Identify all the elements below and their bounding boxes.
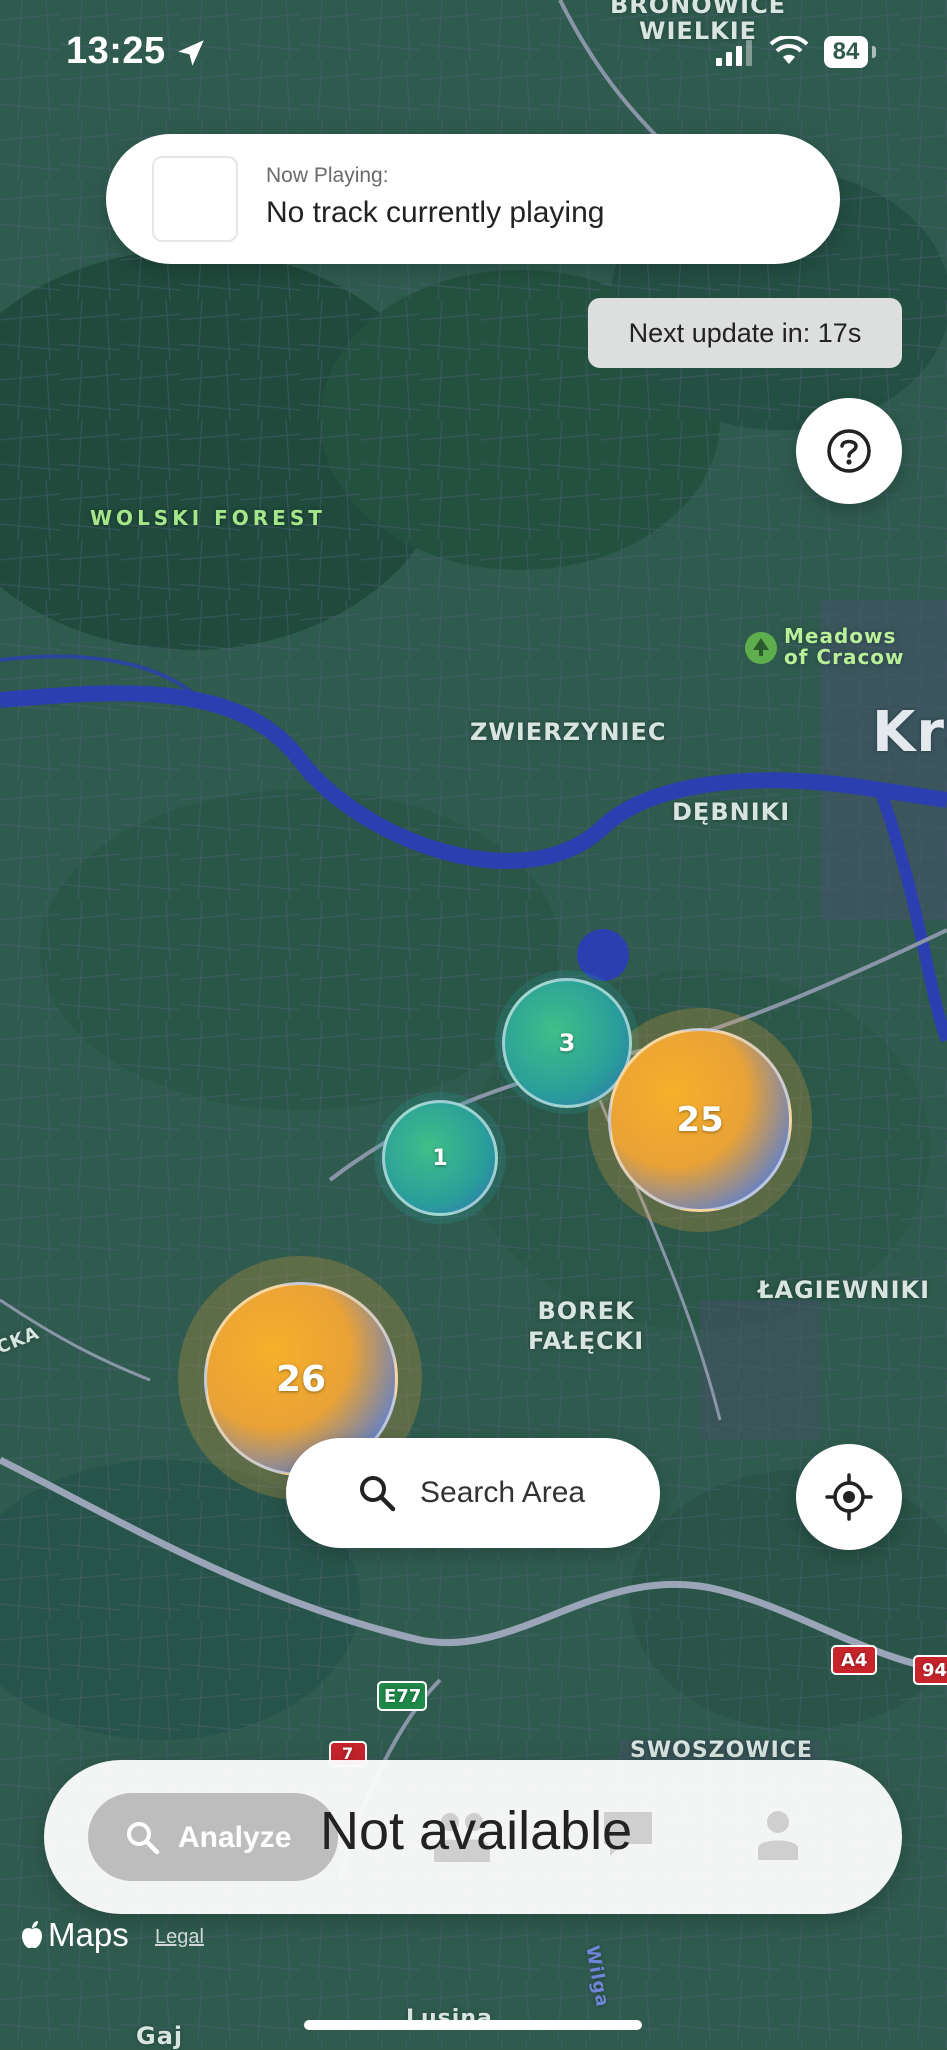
wifi-icon bbox=[770, 36, 808, 64]
map-cluster[interactable]: 1 bbox=[382, 1100, 498, 1216]
status-time: 13:25 bbox=[66, 30, 166, 72]
tab-analyze-label: Analyze bbox=[178, 1821, 292, 1854]
now-playing-track: No track currently playing bbox=[266, 196, 605, 229]
not-available-text: Not available bbox=[320, 1801, 633, 1861]
search-icon bbox=[127, 1822, 160, 1855]
road-badge-94-label: 94 bbox=[922, 1660, 947, 1681]
now-playing-card[interactable]: Now Playing: No track currently playing bbox=[106, 134, 840, 264]
road-badge-e77-label: E77 bbox=[384, 1686, 422, 1707]
map-label-lagiewniki: ŁAGIEWNIKI bbox=[758, 1276, 931, 1304]
search-area-label: Search Area bbox=[420, 1476, 586, 1509]
map-label-meadows: Meadows of Cracow bbox=[784, 624, 905, 669]
map-label-krakow: Kra bbox=[872, 700, 947, 765]
status-bar: 13:25 84 bbox=[0, 0, 947, 110]
album-art-placeholder bbox=[152, 156, 238, 242]
tab-bar: Analyze Not available bbox=[44, 1760, 902, 1914]
maps-attribution: Maps bbox=[48, 1916, 129, 1953]
next-update-badge: Next update in: 17s bbox=[588, 298, 902, 368]
map-label-gaj: Gaj bbox=[136, 2022, 184, 2050]
map-label-borek: BOREK FAŁĘCKI bbox=[528, 1297, 645, 1355]
location-arrow-icon bbox=[178, 40, 204, 66]
now-playing-label: Now Playing: bbox=[266, 164, 389, 187]
battery-tip bbox=[872, 46, 876, 58]
locate-me-button[interactable] bbox=[796, 1444, 902, 1550]
search-area-button[interactable]: Search Area bbox=[286, 1438, 660, 1548]
map-cluster[interactable]: 25 bbox=[608, 1028, 792, 1212]
legal-link[interactable]: Legal bbox=[155, 1926, 204, 1949]
question-circle-icon bbox=[827, 429, 871, 473]
cluster-count: 25 bbox=[676, 1100, 724, 1140]
home-indicator bbox=[304, 2020, 642, 2030]
battery-indicator: 84 bbox=[824, 36, 868, 68]
apple-logo-icon bbox=[22, 1921, 42, 1949]
search-icon bbox=[360, 1476, 396, 1512]
map-label-debniki: DĘBNIKI bbox=[672, 798, 791, 826]
help-button[interactable] bbox=[796, 398, 902, 504]
cluster-count: 3 bbox=[558, 1029, 576, 1057]
road-badge-a4-label: A4 bbox=[841, 1650, 868, 1671]
map-label-wolski-forest: WOLSKI FOREST bbox=[90, 506, 326, 530]
cellular-signal-icon bbox=[716, 40, 752, 66]
person-icon[interactable] bbox=[758, 1810, 798, 1860]
cluster-count: 26 bbox=[275, 1358, 327, 1400]
cluster-count: 1 bbox=[432, 1145, 448, 1171]
map-label-zwierzyniec: ZWIERZYNIEC bbox=[470, 718, 667, 746]
tab-analyze[interactable]: Analyze bbox=[88, 1793, 338, 1881]
crosshair-icon bbox=[825, 1473, 873, 1521]
